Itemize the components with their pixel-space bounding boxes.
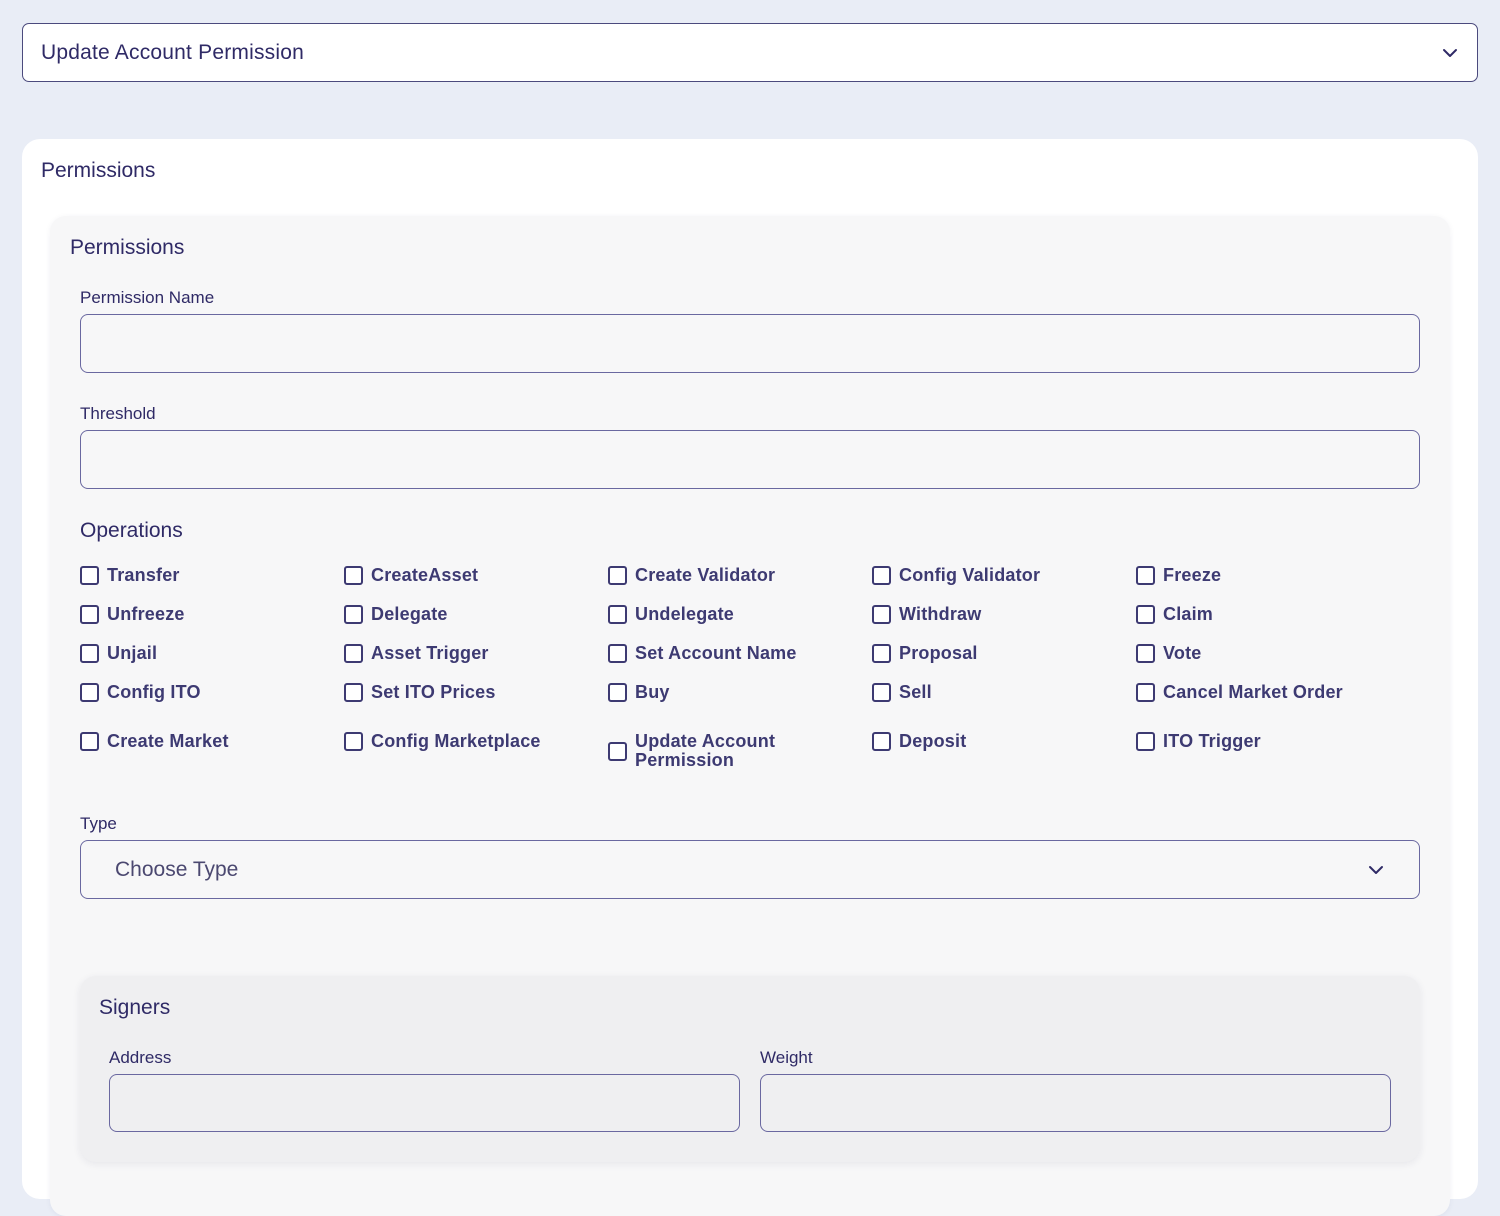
- checkbox[interactable]: [344, 644, 363, 663]
- permission-name-label: Permission Name: [80, 288, 215, 307]
- operation-checkbox-ito-trigger[interactable]: ITO Trigger: [1136, 732, 1261, 751]
- operation-checkbox-config-validator[interactable]: Config Validator: [872, 566, 1040, 585]
- checkbox[interactable]: [1136, 683, 1155, 702]
- signers-card: Signers Address Weight: [80, 976, 1420, 1162]
- operation-checkbox-config-ito[interactable]: Config ITO: [80, 683, 201, 702]
- permissions-section: Permissions Permissions Permission Name …: [22, 139, 1478, 1216]
- section-title: Permissions: [41, 159, 156, 182]
- operation-checkbox-deposit[interactable]: Deposit: [872, 732, 966, 751]
- checkbox[interactable]: [608, 644, 627, 663]
- permission-card: Permissions Permission Name Threshold Op…: [50, 216, 1450, 1216]
- checkbox[interactable]: [872, 683, 891, 702]
- signers-title: Signers: [99, 996, 171, 1019]
- operation-checkbox-unfreeze[interactable]: Unfreeze: [80, 605, 185, 624]
- checkbox[interactable]: [344, 566, 363, 585]
- checkbox[interactable]: [872, 566, 891, 585]
- operation-checkbox-set-account-name[interactable]: Set Account Name: [608, 644, 797, 663]
- operation-checkbox-asset-trigger[interactable]: Asset Trigger: [344, 644, 489, 663]
- operation-checkbox-create-validator[interactable]: Create Validator: [608, 566, 775, 585]
- operation-checkbox-claim[interactable]: Claim: [1136, 605, 1213, 624]
- checkbox[interactable]: [1136, 605, 1155, 624]
- checkbox[interactable]: [608, 741, 627, 761]
- operations-title: Operations: [80, 519, 183, 542]
- checkbox[interactable]: [80, 566, 99, 585]
- checkbox[interactable]: [872, 644, 891, 663]
- operation-checkbox-unjail[interactable]: Unjail: [80, 644, 157, 663]
- threshold-label: Threshold: [80, 404, 156, 423]
- operation-checkbox-undelegate[interactable]: Undelegate: [608, 605, 734, 624]
- checkbox[interactable]: [80, 732, 99, 751]
- checkbox[interactable]: [80, 683, 99, 702]
- chevron-down-icon: [1367, 861, 1385, 879]
- checkbox[interactable]: [608, 683, 627, 702]
- operation-checkbox-cancel-market-order[interactable]: Cancel Market Order: [1136, 683, 1343, 702]
- checkbox[interactable]: [80, 605, 99, 624]
- weight-input[interactable]: [760, 1074, 1391, 1132]
- operation-checkbox-create-market[interactable]: Create Market: [80, 732, 229, 751]
- permission-name-input[interactable]: [80, 314, 1420, 373]
- operation-checkbox-createasset[interactable]: CreateAsset: [344, 566, 478, 585]
- checkbox[interactable]: [344, 683, 363, 702]
- type-select[interactable]: Choose Type: [80, 840, 1420, 899]
- checkbox[interactable]: [344, 732, 363, 751]
- chevron-down-icon: [1441, 44, 1459, 62]
- operation-type-label: Update Account Permission: [41, 40, 304, 64]
- permission-card-title: Permissions: [70, 236, 185, 259]
- checkbox[interactable]: [1136, 566, 1155, 585]
- operation-checkbox-freeze[interactable]: Freeze: [1136, 566, 1221, 585]
- checkbox[interactable]: [872, 605, 891, 624]
- threshold-input[interactable]: [80, 430, 1420, 489]
- operation-checkbox-withdraw[interactable]: Withdraw: [872, 605, 981, 624]
- checkbox[interactable]: [1136, 644, 1155, 663]
- operation-checkbox-proposal[interactable]: Proposal: [872, 644, 978, 663]
- operation-checkbox-delegate[interactable]: Delegate: [344, 605, 448, 624]
- checkbox[interactable]: [608, 566, 627, 585]
- weight-label: Weight: [760, 1048, 813, 1067]
- type-label: Type: [80, 814, 117, 833]
- operation-checkbox-vote[interactable]: Vote: [1136, 644, 1201, 663]
- checkbox[interactable]: [608, 605, 627, 624]
- type-placeholder: Choose Type: [115, 857, 239, 881]
- operation-checkbox-transfer[interactable]: Transfer: [80, 566, 180, 585]
- operation-type-select[interactable]: Update Account Permission: [22, 23, 1478, 82]
- checkbox[interactable]: [872, 732, 891, 751]
- operation-checkbox-config-marketplace[interactable]: Config Marketplace: [344, 732, 541, 751]
- operation-checkbox-set-ito-prices[interactable]: Set ITO Prices: [344, 683, 496, 702]
- address-input[interactable]: [109, 1074, 740, 1132]
- operation-checkbox-update-account-permission[interactable]: Update Account Permission: [608, 732, 795, 770]
- checkbox[interactable]: [344, 605, 363, 624]
- address-label: Address: [109, 1048, 172, 1067]
- operation-checkbox-sell[interactable]: Sell: [872, 683, 932, 702]
- checkbox[interactable]: [80, 644, 99, 663]
- checkbox[interactable]: [1136, 732, 1155, 751]
- operation-checkbox-buy[interactable]: Buy: [608, 683, 670, 702]
